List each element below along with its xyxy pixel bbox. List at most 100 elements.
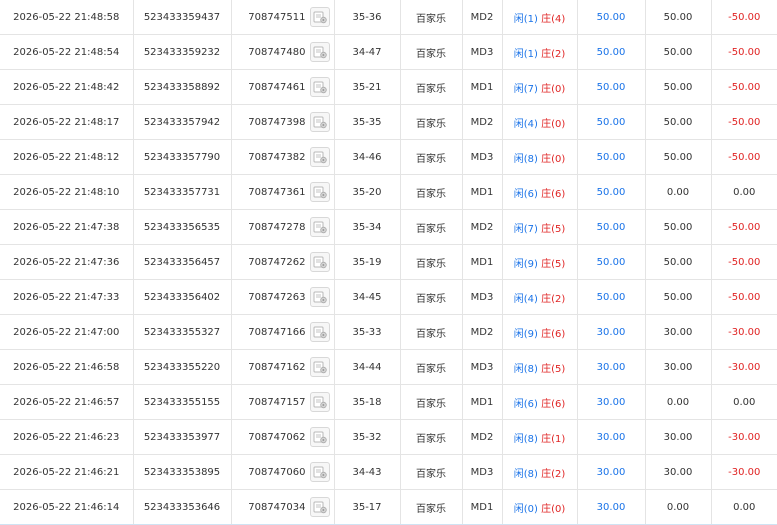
win-loss-cell: 0.00 bbox=[711, 384, 777, 420]
shoe-cell: 35-21 bbox=[334, 69, 401, 105]
valid-bet-cell: 50.00 bbox=[645, 209, 712, 245]
replay-video-icon[interactable] bbox=[309, 462, 330, 482]
game-cell: 百家乐 bbox=[400, 349, 463, 385]
win-loss: -50.00 bbox=[728, 256, 761, 268]
replay-video-icon[interactable] bbox=[309, 77, 330, 97]
replay-video-icon[interactable] bbox=[309, 7, 330, 27]
game-cell: 百家乐 bbox=[400, 489, 463, 525]
player-result: 闲(0) bbox=[514, 504, 538, 515]
bet-amount: 30.00 bbox=[596, 501, 626, 513]
valid-bet-cell: 0.00 bbox=[645, 384, 712, 420]
valid-bet: 50.00 bbox=[663, 11, 693, 23]
banker-count: (0) bbox=[551, 118, 566, 130]
player-label: 闲 bbox=[513, 188, 524, 200]
player-count: (1) bbox=[523, 48, 538, 60]
banker-result: 庄(5) bbox=[541, 259, 565, 270]
valid-bet: 50.00 bbox=[663, 256, 693, 268]
replay-video-icon[interactable] bbox=[309, 322, 330, 342]
replay-video-icon[interactable] bbox=[309, 147, 330, 167]
table-row: 2026-05-22 21:47:00 523433355327 7087471… bbox=[0, 314, 777, 350]
result-cell: 闲(4) 庄(0) bbox=[502, 104, 578, 140]
replay-video-icon[interactable] bbox=[309, 252, 330, 272]
replay-video-icon[interactable] bbox=[309, 427, 330, 447]
shoe-number: 34-46 bbox=[352, 151, 382, 163]
table-name: MD3 bbox=[470, 291, 494, 303]
game-type: 百家乐 bbox=[416, 468, 446, 480]
banker-count: (0) bbox=[551, 83, 566, 95]
player-result: 闲(8) bbox=[514, 434, 538, 445]
bet-id: 523433357731 bbox=[143, 186, 221, 198]
bet-time: 2026-05-22 21:46:21 bbox=[13, 466, 120, 478]
player-label: 闲 bbox=[513, 468, 524, 480]
bet-amount: 30.00 bbox=[596, 431, 626, 443]
result-cell: 闲(8) 庄(1) bbox=[502, 419, 578, 455]
round-id-cell: 708747166 bbox=[231, 314, 335, 350]
player-result: 闲(9) bbox=[514, 329, 538, 340]
player-result: 闲(8) bbox=[514, 154, 538, 165]
result-cell: 闲(1) 庄(2) bbox=[502, 34, 578, 70]
round-id-cell: 708747262 bbox=[231, 244, 335, 280]
replay-video-icon[interactable] bbox=[309, 392, 330, 412]
player-result: 闲(8) bbox=[514, 364, 538, 375]
round-id: 708747511 bbox=[248, 11, 306, 23]
replay-video-icon[interactable] bbox=[309, 112, 330, 132]
replay-video-icon[interactable] bbox=[309, 217, 330, 237]
valid-bet: 30.00 bbox=[663, 431, 693, 443]
shoe-cell: 35-20 bbox=[334, 174, 401, 210]
table-cell: MD2 bbox=[462, 104, 503, 140]
replay-video-icon[interactable] bbox=[309, 42, 330, 62]
player-count: (7) bbox=[523, 83, 538, 95]
banker-result: 庄(2) bbox=[541, 294, 565, 305]
table-name: MD1 bbox=[470, 81, 494, 93]
table-cell: MD3 bbox=[462, 349, 503, 385]
player-result: 闲(4) bbox=[514, 294, 538, 305]
game-type: 百家乐 bbox=[416, 188, 446, 200]
result-cell: 闲(9) 庄(5) bbox=[502, 244, 578, 280]
round-id: 708747480 bbox=[248, 46, 306, 58]
win-loss-cell: -50.00 bbox=[711, 244, 777, 280]
replay-video-icon[interactable] bbox=[309, 182, 330, 202]
game-cell: 百家乐 bbox=[400, 174, 463, 210]
bet-amount-cell: 30.00 bbox=[577, 384, 646, 420]
bet-amount: 50.00 bbox=[596, 151, 626, 163]
banker-label: 庄 bbox=[541, 468, 552, 480]
valid-bet-cell: 50.00 bbox=[645, 244, 712, 280]
player-label: 闲 bbox=[513, 83, 524, 95]
banker-count: (2) bbox=[551, 293, 566, 305]
banker-result: 庄(6) bbox=[541, 399, 565, 410]
replay-video-icon[interactable] bbox=[309, 497, 330, 517]
banker-label: 庄 bbox=[541, 293, 552, 305]
win-loss: -30.00 bbox=[728, 361, 761, 373]
bet-id: 523433359437 bbox=[143, 11, 221, 23]
bet-amount: 50.00 bbox=[596, 256, 626, 268]
round-id: 708747062 bbox=[248, 431, 306, 443]
table-cell: MD3 bbox=[462, 279, 503, 315]
win-loss-cell: -30.00 bbox=[711, 349, 777, 385]
win-loss-cell: -30.00 bbox=[711, 454, 777, 490]
player-count: (8) bbox=[523, 153, 538, 165]
player-label: 闲 bbox=[513, 328, 524, 340]
bet-id: 523433355327 bbox=[143, 326, 221, 338]
win-loss-cell: -30.00 bbox=[711, 314, 777, 350]
player-label: 闲 bbox=[513, 48, 524, 60]
bet-time: 2026-05-22 21:48:58 bbox=[13, 11, 120, 23]
bet-amount-cell: 30.00 bbox=[577, 454, 646, 490]
shoe-number: 34-47 bbox=[352, 46, 382, 58]
replay-video-icon[interactable] bbox=[309, 357, 330, 377]
shoe-cell: 34-43 bbox=[334, 454, 401, 490]
win-loss: -50.00 bbox=[728, 221, 761, 233]
banker-count: (6) bbox=[551, 398, 566, 410]
player-count: (8) bbox=[523, 468, 538, 480]
replay-video-icon[interactable] bbox=[309, 287, 330, 307]
round-id-cell: 708747511 bbox=[231, 0, 335, 35]
game-type: 百家乐 bbox=[416, 503, 446, 515]
bet-id-cell: 523433356535 bbox=[133, 209, 232, 245]
bet-id-cell: 523433353977 bbox=[133, 419, 232, 455]
valid-bet-cell: 30.00 bbox=[645, 349, 712, 385]
round-id: 708747382 bbox=[248, 151, 306, 163]
banker-label: 庄 bbox=[541, 188, 552, 200]
banker-result: 庄(0) bbox=[541, 119, 565, 130]
banker-label: 庄 bbox=[541, 13, 552, 25]
table-cell: MD1 bbox=[462, 69, 503, 105]
table-cell: MD1 bbox=[462, 244, 503, 280]
